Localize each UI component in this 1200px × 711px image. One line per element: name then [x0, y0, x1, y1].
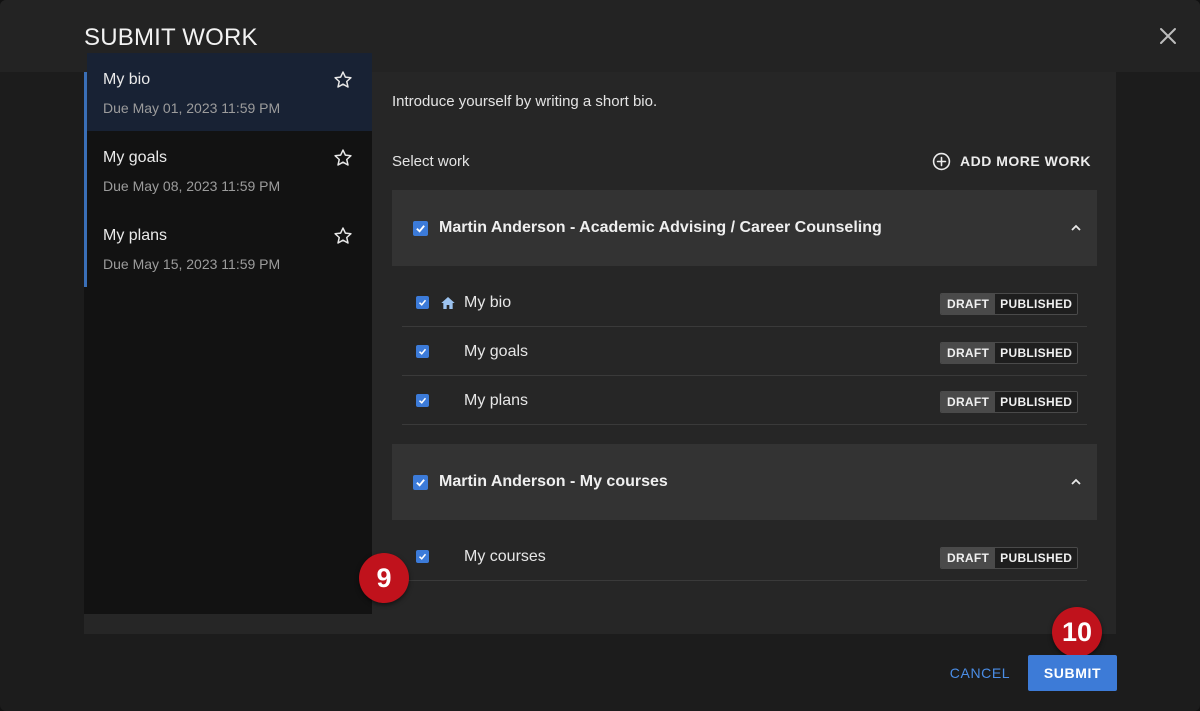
sidebar-item-label: My bio — [103, 71, 151, 88]
add-circle-icon — [932, 152, 951, 170]
sidebar-item-my-plans[interactable]: My plans Due May 15, 2023 11:59 PM — [87, 209, 372, 287]
add-more-work-button[interactable]: ADD MORE WORK — [932, 150, 1091, 172]
select-work-label: Select work — [392, 153, 470, 170]
status-toggle: DRAFT PUBLISHED — [940, 342, 1079, 364]
draft-option[interactable]: DRAFT — [941, 294, 996, 314]
checkbox-checked-icon — [416, 225, 425, 233]
cancel-button[interactable]: CANCEL — [943, 655, 1017, 691]
draft-option[interactable]: DRAFT — [941, 548, 996, 568]
published-option[interactable]: PUBLISHED — [995, 343, 1078, 363]
sidebar-item-due-date: Due May 08, 2023 11:59 PM — [103, 178, 281, 194]
sidebar-item-my-goals[interactable]: My goals Due May 08, 2023 11:59 PM — [87, 131, 372, 209]
work-item-name: My bio — [464, 294, 512, 311]
sidebar-item-label: My goals — [103, 149, 168, 166]
draft-option[interactable]: DRAFT — [941, 343, 996, 363]
work-row-my-plans: My plans DRAFT PUBLISHED — [402, 376, 1087, 425]
group-checkbox[interactable] — [413, 475, 428, 490]
checkbox-checked-icon — [418, 553, 427, 560]
checkbox-checked-icon — [418, 397, 427, 404]
work-group-header[interactable]: Martin Anderson - Academic Advising / Ca… — [392, 190, 1097, 266]
work-row-my-goals: My goals DRAFT PUBLISHED — [402, 327, 1087, 376]
assignment-instructions: Introduce yourself by writing a short bi… — [392, 93, 658, 110]
work-checkbox[interactable] — [416, 345, 429, 358]
sidebar-item-my-bio[interactable]: My bio Due May 01, 2023 11:59 PM — [87, 53, 372, 131]
work-checkbox[interactable] — [416, 394, 429, 407]
work-item-name: My goals — [464, 343, 529, 360]
work-row-my-courses: My courses DRAFT PUBLISHED — [402, 532, 1087, 581]
work-item-name: My plans — [464, 392, 529, 409]
draft-option[interactable]: DRAFT — [941, 392, 996, 412]
close-icon — [1160, 28, 1176, 44]
group-checkbox[interactable] — [413, 221, 428, 236]
published-option[interactable]: PUBLISHED — [995, 548, 1078, 568]
checkbox-checked-icon — [418, 348, 427, 355]
star-outline-icon[interactable] — [333, 70, 353, 90]
work-group-title: Martin Anderson - Academic Advising / Ca… — [439, 219, 882, 236]
submit-work-dialog: SUBMIT WORK My bio Due May 01, 2023 11:5… — [0, 0, 1200, 711]
chevron-up-icon[interactable] — [1068, 474, 1084, 490]
step-marker-10: 10 — [1052, 607, 1102, 657]
work-group-title: Martin Anderson - My courses — [439, 473, 668, 490]
submit-button[interactable]: SUBMIT — [1028, 655, 1117, 691]
checkbox-checked-icon — [418, 299, 427, 306]
published-option[interactable]: PUBLISHED — [995, 392, 1078, 412]
chevron-up-icon[interactable] — [1068, 220, 1084, 236]
close-button[interactable] — [1156, 24, 1180, 48]
work-item-name: My courses — [464, 548, 546, 565]
step-marker-9: 9 — [359, 553, 409, 603]
sidebar-item-label: My plans — [103, 227, 168, 244]
dialog-title: SUBMIT WORK — [84, 24, 258, 51]
star-outline-icon[interactable] — [333, 226, 353, 246]
status-toggle: DRAFT PUBLISHED — [940, 293, 1079, 315]
home-icon — [441, 297, 455, 309]
status-toggle: DRAFT PUBLISHED — [940, 391, 1079, 413]
add-more-work-label: ADD MORE WORK — [960, 153, 1091, 169]
checkbox-checked-icon — [416, 479, 425, 487]
published-option[interactable]: PUBLISHED — [995, 294, 1078, 314]
star-outline-icon[interactable] — [333, 148, 353, 168]
work-checkbox[interactable] — [416, 296, 429, 309]
sidebar-item-due-date: Due May 01, 2023 11:59 PM — [103, 100, 281, 116]
work-checkbox[interactable] — [416, 550, 429, 563]
work-row-my-bio: My bio DRAFT PUBLISHED — [402, 278, 1087, 327]
work-group-header[interactable]: Martin Anderson - My courses — [392, 444, 1097, 520]
status-toggle: DRAFT PUBLISHED — [940, 547, 1079, 569]
sidebar-item-due-date: Due May 15, 2023 11:59 PM — [103, 256, 281, 272]
